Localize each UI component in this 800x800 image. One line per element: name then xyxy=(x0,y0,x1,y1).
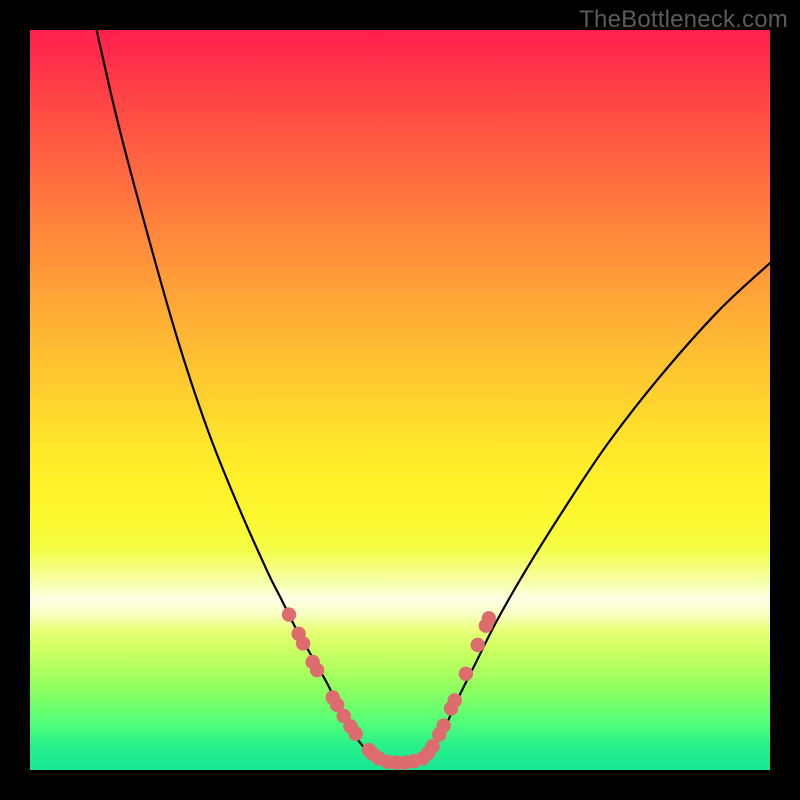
chart-overlay xyxy=(30,30,770,770)
marker-dot xyxy=(448,693,462,707)
chart-frame: TheBottleneck.com xyxy=(0,0,800,800)
marker-dot xyxy=(482,611,496,625)
marker-dot xyxy=(296,636,310,650)
marker-dot xyxy=(459,667,473,681)
plot-area xyxy=(30,30,770,770)
curve-left xyxy=(97,30,378,760)
curve-right xyxy=(422,263,770,760)
marker-dot xyxy=(471,638,485,652)
watermark-text: TheBottleneck.com xyxy=(579,6,788,34)
marker-dot xyxy=(348,727,362,741)
marker-dot xyxy=(282,607,296,621)
marker-dot xyxy=(310,663,324,677)
marker-dot xyxy=(436,718,450,732)
